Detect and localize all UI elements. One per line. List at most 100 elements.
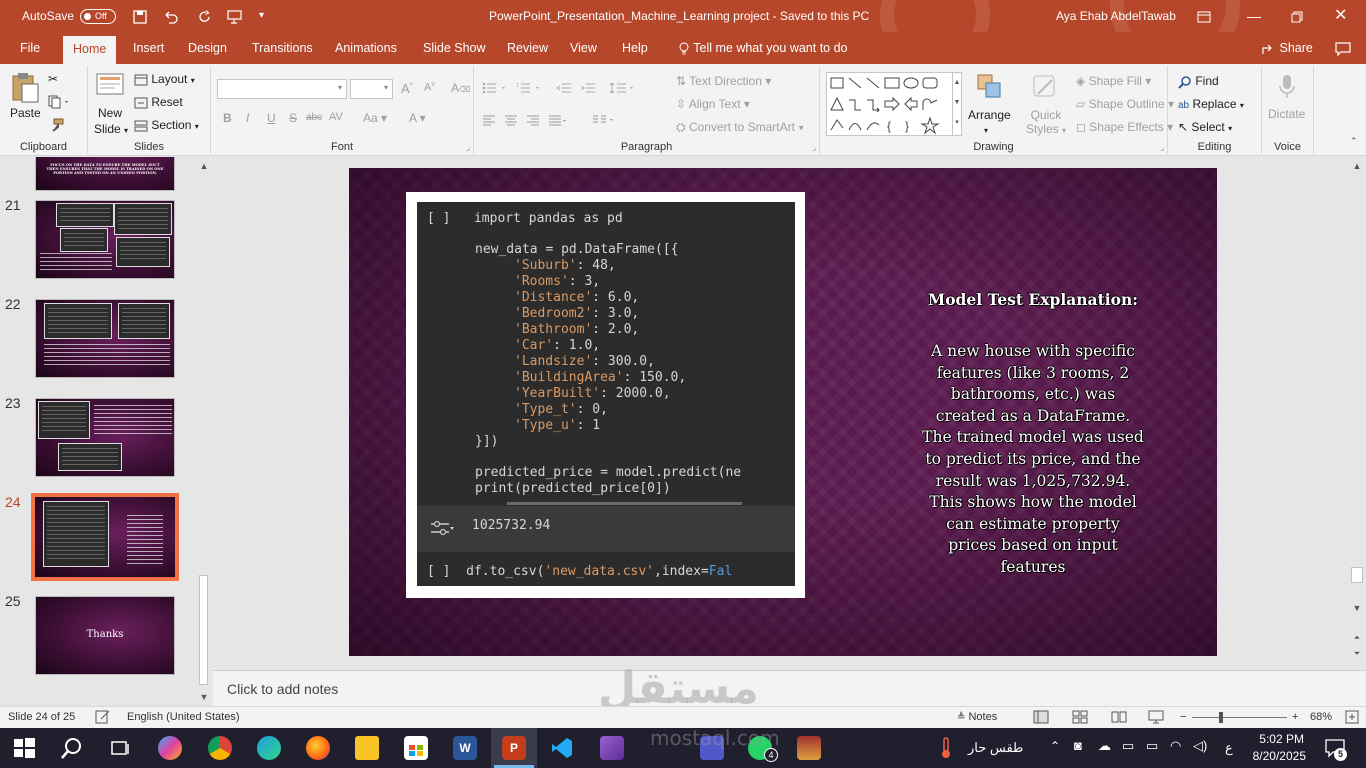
search-icon[interactable] [60, 736, 84, 760]
font-size-combo[interactable]: ▾ [350, 79, 393, 99]
shape-fill-button[interactable]: ◈ Shape Fill ▾ [1076, 74, 1151, 88]
dialog-launcher-icon[interactable]: ⌟ [466, 143, 470, 152]
tab-view[interactable]: View [560, 32, 607, 64]
align-center-icon[interactable] [504, 112, 518, 126]
microphone-icon[interactable] [1278, 74, 1296, 103]
section-button[interactable]: Section ▾ [134, 118, 199, 132]
weather-icon[interactable] [940, 737, 952, 762]
tab-animations[interactable]: Animations [325, 32, 407, 64]
clock-time[interactable]: 5:02 PM [1256, 732, 1304, 746]
scroll-up-icon[interactable]: ▲ [1350, 159, 1364, 173]
minimize-icon[interactable]: — [1247, 0, 1261, 32]
slide-thumbnail-23[interactable] [35, 398, 175, 477]
tab-transitions[interactable]: Transitions [242, 32, 323, 64]
paste-button[interactable]: Paste [10, 106, 41, 120]
tab-insert[interactable]: Insert [123, 32, 174, 64]
arrange-icon[interactable] [975, 72, 1005, 105]
copy-icon[interactable] [48, 95, 70, 112]
slide-sorter-icon[interactable] [1072, 710, 1088, 727]
tab-slide-show[interactable]: Slide Show [413, 32, 496, 64]
slide-thumbnail-21[interactable] [35, 200, 175, 279]
tab-home[interactable]: Home [63, 36, 117, 64]
paste-icon[interactable] [10, 72, 40, 107]
volume-icon[interactable]: ◁) [1193, 738, 1207, 754]
tab-review[interactable]: Review [497, 32, 558, 64]
copilot-icon[interactable] [158, 736, 182, 760]
share-button[interactable]: Share [1252, 32, 1323, 64]
increase-font-icon[interactable]: A^ [401, 81, 413, 96]
bold-icon[interactable]: B [223, 111, 232, 125]
align-right-icon[interactable] [526, 112, 540, 126]
spelling-icon[interactable] [95, 710, 111, 727]
undo-icon[interactable] [163, 0, 179, 32]
columns-icon[interactable] [592, 112, 616, 126]
zoom-level[interactable]: 68% [1310, 711, 1332, 723]
camera-icon[interactable]: ◙ [1074, 738, 1082, 753]
align-text-button[interactable]: ⇳ Align Text ▾ [676, 97, 750, 111]
tab-file[interactable]: File [10, 32, 50, 64]
file-explorer-icon[interactable] [355, 736, 379, 760]
explanation-textbox[interactable]: Model Test Explanation: A new house with… [920, 290, 1146, 579]
presenter-icon[interactable] [226, 0, 244, 32]
output-settings-icon[interactable] [429, 520, 455, 540]
dialog-launcher-icon[interactable]: ⌟ [812, 143, 816, 152]
dialog-launcher-icon[interactable]: ⌟ [1160, 143, 1164, 152]
scrollbar-thumb[interactable] [199, 575, 208, 685]
visual-studio-icon[interactable] [600, 736, 624, 760]
collapse-ribbon-icon[interactable]: ⌃ [1350, 136, 1358, 147]
italic-icon[interactable]: I [246, 111, 249, 125]
slideshow-icon[interactable] [1148, 710, 1164, 727]
close-icon[interactable]: ✕ [1334, 0, 1347, 32]
maximize-icon[interactable] [1291, 0, 1303, 32]
shape-effects-button[interactable]: ◻ Shape Effects ▾ [1076, 120, 1173, 134]
new-slide-label-1[interactable]: New [98, 106, 122, 120]
scrollbar-thumb[interactable] [1351, 567, 1363, 583]
normal-view-icon[interactable] [1033, 710, 1049, 727]
zoom-in-icon[interactable]: + [1292, 711, 1298, 723]
vscode-icon[interactable] [550, 736, 574, 760]
zoom-slider[interactable] [1192, 717, 1287, 718]
task-view-icon[interactable] [108, 736, 132, 760]
reset-button[interactable]: Reset [134, 95, 183, 109]
shadow-icon[interactable]: S [289, 111, 297, 125]
comments-icon[interactable] [1325, 32, 1361, 64]
font-color-icon[interactable]: A ▾ [409, 111, 426, 125]
winrar-icon[interactable] [797, 736, 821, 760]
code-screenshot[interactable]: [ ] import pandas as pd new_data = pd.Da… [417, 202, 795, 586]
clock-date[interactable]: 8/20/2025 [1248, 749, 1306, 763]
decrease-font-icon[interactable]: Av [424, 81, 435, 94]
underline-icon[interactable]: U [267, 111, 276, 125]
tab-design[interactable]: Design [178, 32, 237, 64]
strikethrough-icon[interactable]: abc [306, 112, 322, 123]
user-name[interactable]: Aya Ehab AbdelTawab [1056, 0, 1176, 32]
windows-start-icon[interactable] [12, 736, 36, 760]
next-slide-icon[interactable]: ⏷ [1350, 647, 1364, 661]
increase-indent-icon[interactable] [580, 80, 596, 94]
input-language[interactable]: ع [1225, 740, 1233, 756]
save-icon[interactable] [133, 0, 147, 32]
firefox-icon[interactable] [306, 736, 330, 760]
shape-outline-button[interactable]: ▱ Shape Outline ▾ [1076, 97, 1174, 111]
change-case-icon[interactable]: Aa ▾ [363, 111, 387, 125]
word-icon[interactable]: W [453, 736, 477, 760]
slide-thumbnail-22[interactable] [35, 299, 175, 378]
line-spacing-icon[interactable] [609, 80, 637, 94]
new-slide-icon[interactable] [95, 70, 125, 103]
slide-thumbnail-24[interactable] [31, 493, 179, 581]
slide-thumbnail-25[interactable]: Thanks [35, 596, 175, 675]
ribbon-display-icon[interactable] [1197, 0, 1211, 32]
notes-toggle[interactable]: ≜ Notes [957, 711, 997, 723]
language-indicator[interactable]: English (United States) [127, 711, 240, 723]
scroll-down-icon[interactable]: ▼ [197, 690, 211, 704]
arrange-button[interactable]: Arrange ▾ [968, 108, 1011, 136]
show-hidden-icons[interactable]: ⌃ [1050, 739, 1060, 753]
shapes-gallery[interactable]: {} [826, 72, 956, 136]
store-icon[interactable] [404, 736, 428, 760]
text-direction-button[interactable]: ⇅ Text Direction ▾ [676, 74, 771, 88]
format-painter-icon[interactable] [50, 118, 64, 135]
align-left-icon[interactable] [482, 112, 496, 126]
cut-icon[interactable]: ✂ [48, 72, 58, 86]
zoom-slider-thumb[interactable] [1219, 712, 1223, 723]
numbering-icon[interactable]: 1 [516, 80, 546, 94]
find-button[interactable]: Find [1178, 74, 1219, 89]
